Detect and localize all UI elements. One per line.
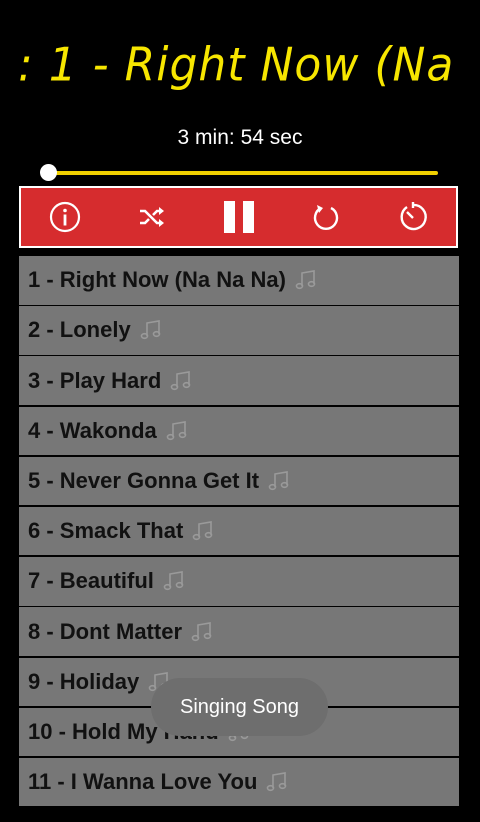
music-note-icon <box>190 620 214 644</box>
player-controls <box>19 186 458 248</box>
repeat-icon <box>313 205 338 230</box>
song-title: 3 - Play Hard <box>28 367 162 393</box>
song-title: 11 - I Wanna Love You <box>28 769 258 795</box>
song-title: 2 - Lonely <box>28 317 131 343</box>
seek-bar[interactable] <box>48 171 438 175</box>
now-playing-title: : 1 - Right Now (Na <box>0 40 480 110</box>
timer-icon <box>399 202 427 231</box>
music-note-icon <box>169 369 193 393</box>
song-row[interactable]: 4 - Wakonda <box>19 406 459 456</box>
song-duration: 3 min: 54 sec <box>177 126 303 149</box>
song-title: 1 - Right Now (Na Na Na) <box>28 267 286 293</box>
song-title: 5 - Never Gonna Get It <box>28 468 260 493</box>
shuffle-button[interactable] <box>127 192 177 242</box>
music-note-icon <box>139 318 163 342</box>
song-title: 4 - Wakonda <box>28 417 157 443</box>
now-playing-title-text: : 1 - Right Now (Na <box>18 40 455 93</box>
song-title: 9 - Holiday <box>28 668 140 694</box>
music-note-icon <box>267 469 291 493</box>
song-row[interactable]: 11 - I Wanna Love You <box>19 757 459 807</box>
info-icon <box>49 201 80 233</box>
song-row[interactable]: 2 - Lonely <box>19 306 459 355</box>
music-note-icon <box>191 519 215 543</box>
song-row[interactable]: 3 - Play Hard <box>19 356 459 405</box>
music-note-icon <box>165 419 189 443</box>
pause-icon <box>223 201 254 233</box>
pause-button[interactable] <box>214 192 264 242</box>
song-row[interactable]: 8 - Dont Matter <box>19 607 459 656</box>
song-title: 6 - Smack That <box>28 518 184 544</box>
song-row[interactable]: 1 - Right Now (Na Na Na) <box>19 256 459 305</box>
song-row[interactable]: 6 - Smack That <box>19 506 459 556</box>
seek-thumb[interactable] <box>40 164 57 181</box>
song-row[interactable]: 5 - Never Gonna Get It <box>19 456 459 506</box>
shuffle-icon <box>139 207 164 227</box>
info-button[interactable] <box>40 192 90 242</box>
song-title: 7 - Beautiful <box>28 568 154 594</box>
music-note-icon <box>294 268 318 292</box>
toast-message: Singing Song <box>151 678 328 736</box>
repeat-button[interactable] <box>301 192 351 242</box>
song-row[interactable]: 7 - Beautiful <box>19 557 459 606</box>
music-note-icon <box>265 770 289 794</box>
song-title: 8 - Dont Matter <box>28 618 182 644</box>
timer-button[interactable] <box>388 192 438 242</box>
music-note-icon <box>162 569 186 593</box>
